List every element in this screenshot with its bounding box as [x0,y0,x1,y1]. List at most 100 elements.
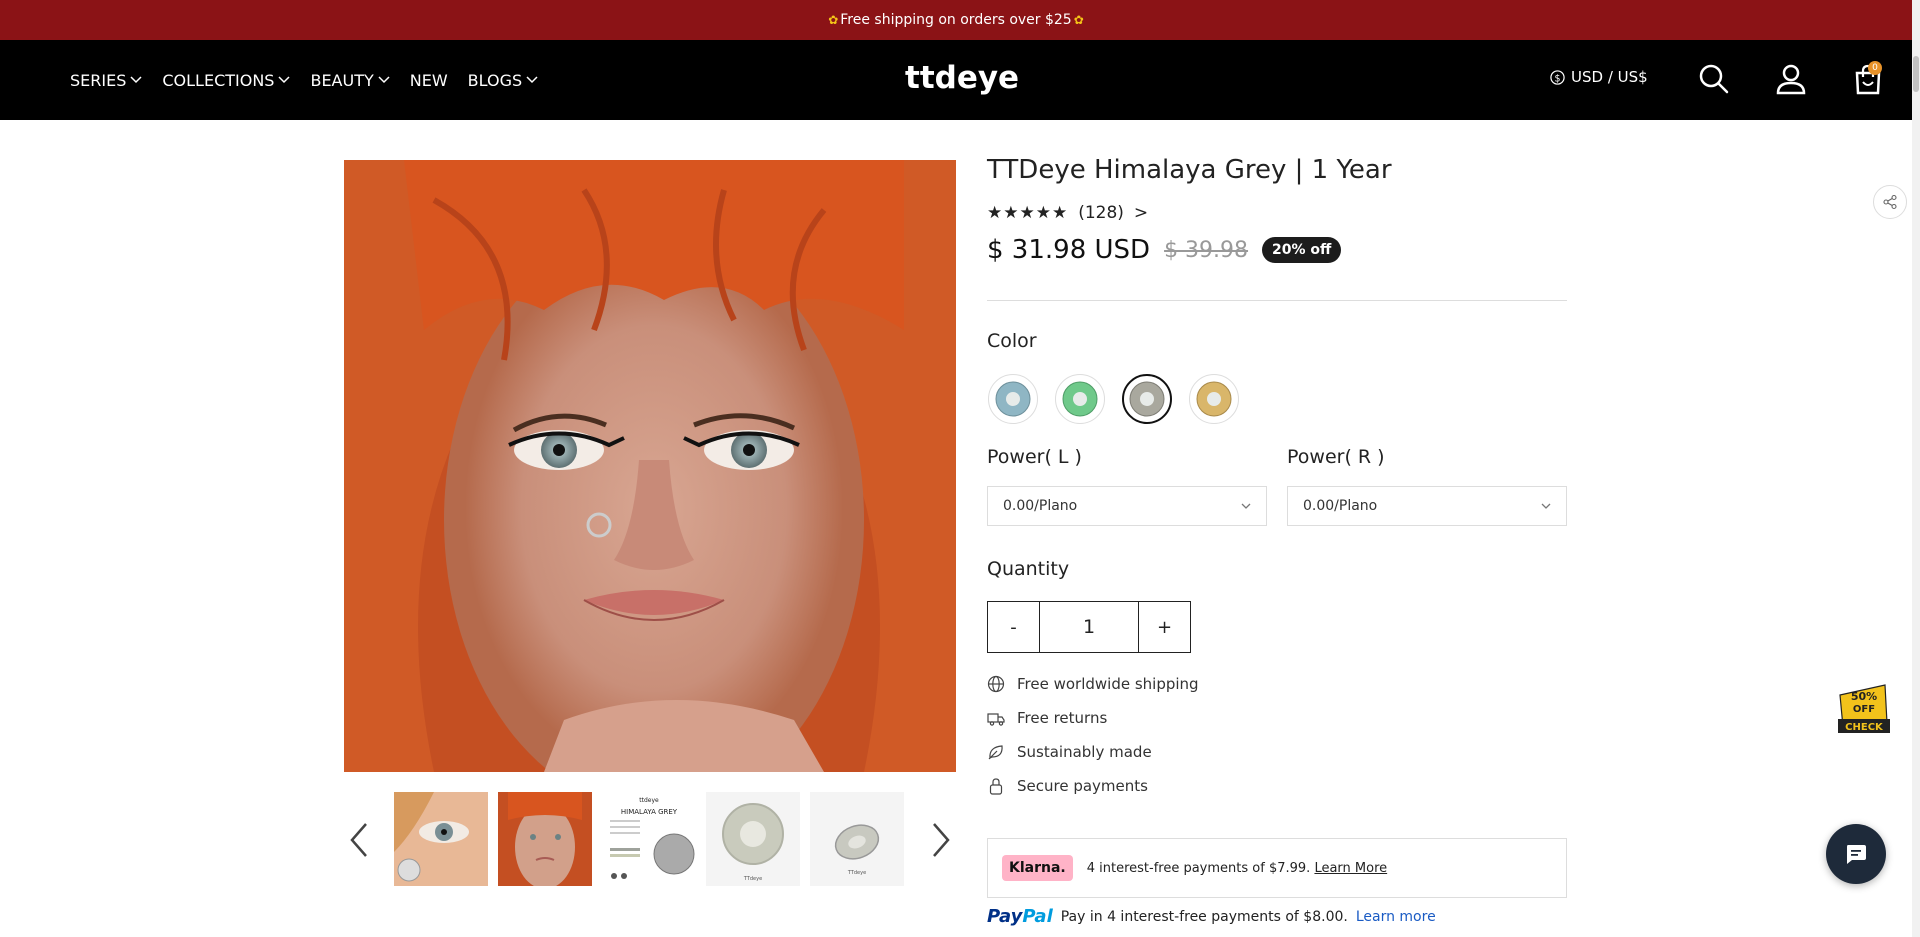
dollar-icon: $ [1550,69,1565,85]
nav-series[interactable]: SERIES [70,71,142,90]
power-left-select[interactable]: 0.00/Plano [987,486,1267,526]
rating-stars: ★★★★★ [987,203,1069,223]
promo-line3: CHECK [1845,722,1884,733]
product-main-image[interactable] [344,160,956,772]
lens-grey-icon [1129,381,1165,417]
power-left-label: Power( L ) [987,446,1082,468]
chevron-down-icon [378,76,390,84]
thumb-model-image [498,792,592,886]
main-nav: SERIES COLLECTIONS BEAUTY NEW BLOGS ttde… [0,40,1912,120]
thumb-lens-case[interactable]: TTdeye [810,792,904,886]
chevron-down-icon [1541,503,1551,509]
chat-button[interactable] [1826,824,1886,884]
power-right-select[interactable]: 0.00/Plano [1287,486,1567,526]
thumb-lens-case-brand: TTdeye [847,870,866,876]
currency-selector[interactable]: $ USD / US$ [1550,68,1648,86]
power-right-label: Power( R ) [1287,446,1385,468]
scrollbar-thumb[interactable] [1913,56,1919,92]
color-swatch-green[interactable] [1055,374,1105,424]
paypal-learn-more-link[interactable]: Learn more [1356,909,1436,925]
thumb-eye-closeup[interactable] [394,792,488,886]
klarna-logo: Klarna. [1002,855,1073,881]
nav-links: SERIES COLLECTIONS BEAUTY NEW BLOGS [70,40,538,120]
nav-blogs[interactable]: BLOGS [468,71,538,90]
qty-increase-button[interactable]: + [1139,602,1190,652]
product-title: TTDeye Himalaya Grey | 1 Year [987,155,1392,185]
paypal-logo-b: Pal [1022,906,1053,927]
discount-badge: 20% off [1262,237,1342,263]
discount-sticker-icon: 50% OFF CHECK [1838,684,1890,733]
review-count: (128) [1078,203,1124,223]
price-row: $ 31.98 USD $ 39.98 20% off [987,235,1342,265]
share-button[interactable] [1873,185,1907,219]
nav-new-label: NEW [409,70,448,90]
sunflower-icon: ✿ [828,13,839,27]
paypal-row: PayPal Pay in 4 interest-free payments o… [987,906,1436,927]
gallery-thumbnails: ttdeye HIMALAYA GREY TTdeye TTdeye [344,792,956,886]
feature-sustainable-text: Sustainably made [1017,743,1152,761]
original-price: $ 39.98 [1164,237,1249,263]
qty-decrease-button[interactable]: - [988,602,1039,652]
chevron-right-icon[interactable] [926,820,956,860]
color-swatch-grey[interactable] [1122,374,1172,424]
globe-icon [987,675,1005,693]
account-icon[interactable] [1774,62,1808,96]
thumb-lens[interactable]: TTdeye [706,792,800,886]
scrollbar-track[interactable] [1912,0,1920,937]
nav-collections-label: COLLECTIONS [162,70,275,90]
nav-beauty[interactable]: BEAUTY [310,70,390,90]
thumb-eye-closeup-image [394,792,488,886]
quantity-stepper: - 1 + [987,601,1191,653]
feature-shipping: Free worldwide shipping [987,675,1199,693]
color-swatch-honey[interactable] [1189,374,1239,424]
promo-sticker[interactable]: 50% OFF CHECK [1835,683,1893,737]
chat-bubble-icon [1847,845,1866,864]
rating-row[interactable]: ★★★★★ (128) > [987,203,1148,223]
feature-shipping-text: Free worldwide shipping [1017,675,1199,693]
power-right-value: 0.00/Plano [1303,498,1378,514]
lens-honey-icon [1196,381,1232,417]
chevron-down-icon [130,76,142,84]
klarna-description: 4 interest-free payments of $7.99. [1086,860,1311,876]
nav-series-label: SERIES [70,70,127,90]
thumb-lens-image: TTdeye [706,792,800,886]
feature-returns-text: Free returns [1017,709,1108,727]
feature-secure-text: Secure payments [1017,777,1148,795]
color-swatch-blue[interactable] [988,374,1038,424]
search-icon[interactable] [1697,62,1731,96]
currency-label: USD / US$ [1571,68,1648,86]
truck-icon [987,713,1005,726]
product-details: TTDeye Himalaya Grey | 1 Year ★★★★★ (128… [987,155,1567,265]
nav-collections[interactable]: COLLECTIONS [162,71,290,90]
feature-sustainable: Sustainably made [987,743,1152,761]
paypal-text: Pay in 4 interest-free payments of $8.00… [1060,908,1348,925]
thumb-package[interactable]: ttdeye HIMALAYA GREY [602,792,696,886]
cart-count-badge: 0 [1868,61,1882,75]
lock-icon [989,778,1003,795]
reviews-arrow: > [1133,203,1149,223]
thumb-package-brand: ttdeye [639,797,659,804]
sunflower-icon: ✿ [1073,13,1084,27]
thumb-package-image: ttdeye HIMALAYA GREY [602,792,696,886]
chevron-down-icon [526,76,538,84]
quantity-label: Quantity [987,558,1070,580]
klarna-learn-more-link[interactable]: Learn More [1314,861,1387,876]
current-price: $ 31.98 USD [987,235,1151,265]
paypal-logo: PayPal [987,906,1053,927]
paypal-logo-a: Pay [987,906,1023,927]
thumb-model[interactable] [498,792,592,886]
site-logo[interactable]: ttdeye [905,60,1019,96]
quantity-input[interactable]: 1 [1039,602,1139,652]
chevron-left-icon[interactable] [344,820,374,860]
nav-blogs-label: BLOGS [467,70,523,90]
thumb-package-name: HIMALAYA GREY [621,808,678,816]
thumb-lens-side-image: TTdeye [810,792,904,886]
lens-blue-icon [995,381,1031,417]
promo-line1: 50% [1851,690,1877,703]
announcement-bar: ✿ Free shipping on orders over $25 ✿ [0,0,1912,40]
nav-new[interactable]: NEW [410,71,448,90]
thumb-lens-brand: TTdeye [743,876,762,882]
nav-beauty-label: BEAUTY [310,70,374,90]
model-portrait-image [344,160,956,772]
announcement-text: Free shipping on orders over $25 [840,12,1072,28]
